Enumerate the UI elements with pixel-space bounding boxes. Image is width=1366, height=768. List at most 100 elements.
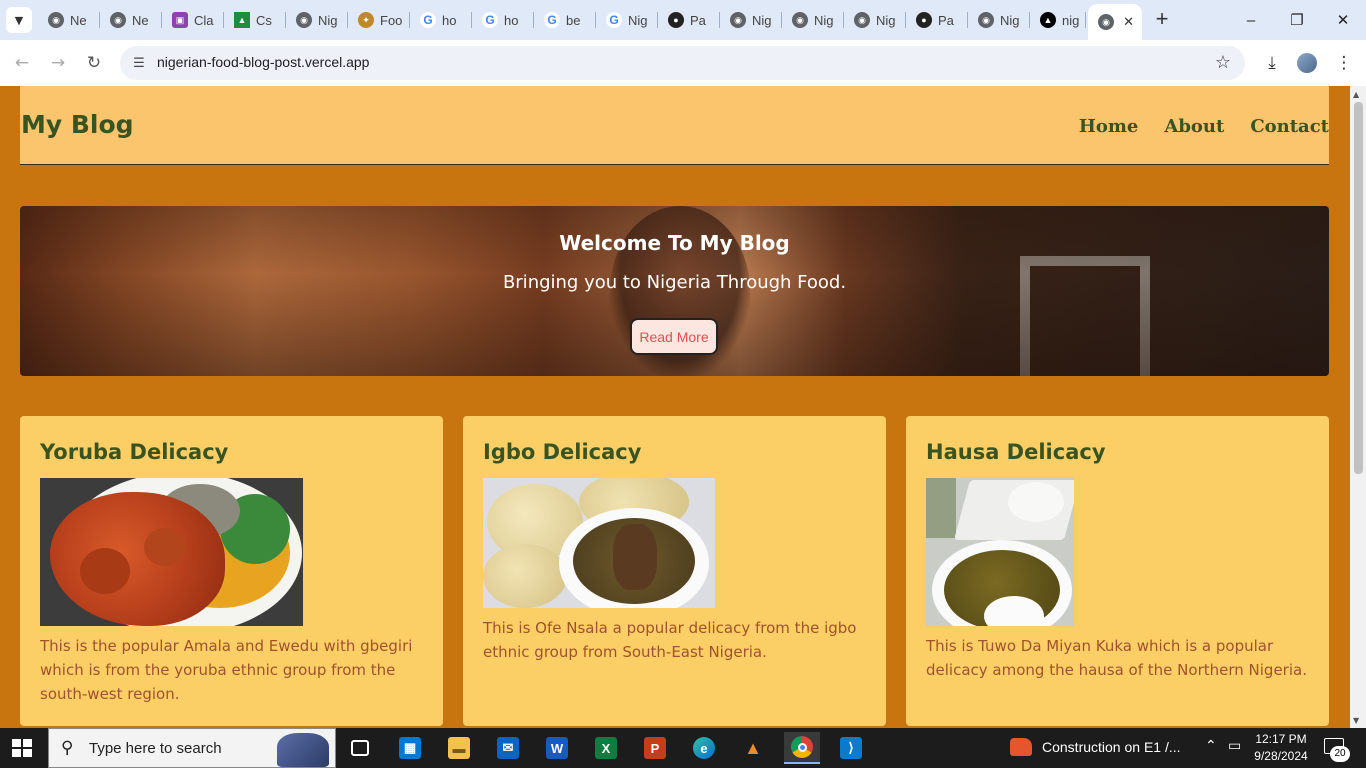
google-icon: G [606, 12, 622, 28]
microsoft-store-icon[interactable]: ▦ [392, 732, 428, 764]
close-window-button[interactable]: ✕ [1320, 4, 1366, 36]
globe-icon: ◉ [730, 12, 746, 28]
classroom-icon: ▣ [172, 12, 188, 28]
file-explorer-icon[interactable]: ▬ [441, 732, 477, 764]
vlc-icon[interactable]: ▲ [735, 732, 771, 764]
browser-tab[interactable]: ◉ Nig [846, 8, 906, 32]
task-view-icon[interactable] [342, 732, 378, 764]
mail-icon[interactable]: ✉ [490, 732, 526, 764]
bookmark-star-icon[interactable]: ☆ [1215, 52, 1231, 73]
nav-home-link[interactable]: Home [1079, 116, 1139, 137]
nav-contact-link[interactable]: Contact [1250, 116, 1329, 137]
google-icon: G [544, 12, 560, 28]
browser-tab[interactable]: Gho [412, 8, 472, 32]
search-placeholder: Type here to search [89, 740, 222, 757]
site-header: My Blog Home About Contact [20, 86, 1329, 165]
read-more-button[interactable]: Read More [630, 318, 718, 355]
tab-search-button[interactable]: ▼ [6, 7, 32, 33]
ofe-nsala-image [483, 478, 715, 608]
site-logo[interactable]: My Blog [21, 110, 134, 139]
browser-tab[interactable]: ● Pa [908, 8, 968, 32]
scroll-down-arrow-icon[interactable]: ▼ [1353, 716, 1359, 725]
browser-tab[interactable]: ◉ Nig [722, 8, 782, 32]
url-text[interactable]: nigerian-food-blog-post.vercel.app [157, 54, 369, 70]
browser-tab[interactable]: ◉ Nig [784, 8, 844, 32]
taskbar-search-box[interactable]: ⚲ Type here to search [48, 728, 336, 768]
tray-news-widget[interactable]: Construction on E1 /... [1010, 738, 1181, 756]
hero-banner: Welcome To My Blog Bringing you to Niger… [20, 206, 1329, 376]
powerpoint-icon[interactable]: P [637, 732, 673, 764]
globe-icon: ◉ [978, 12, 994, 28]
browser-tab[interactable]: ◉ Ne [40, 8, 100, 32]
drive-icon: ▲ [234, 12, 250, 28]
back-button[interactable]: ← [10, 51, 34, 75]
browser-tab[interactable]: ◉ Ne [102, 8, 162, 32]
download-icon[interactable]: ⤓ [1260, 51, 1284, 75]
close-tab-icon[interactable]: ✕ [1123, 14, 1134, 30]
browser-tab[interactable]: ▣ Cla [164, 8, 224, 32]
card-title: Igbo Delicacy [483, 440, 642, 464]
excel-icon[interactable]: X [588, 732, 624, 764]
address-bar[interactable]: ☰ nigerian-food-blog-post.vercel.app ☆ [120, 46, 1245, 80]
tab-strip: ▼ ◉ Ne ◉ Ne ▣ Cla ▲ Cs ◉ Nig ✦ Foo Gho Gho Gbe… [0, 0, 1366, 40]
tray-news-text: Construction on E1 /... [1042, 739, 1181, 755]
vercel-icon: ▲ [1040, 12, 1056, 28]
browser-toolbar: ← → ↻ ☰ nigerian-food-blog-post.vercel.a… [0, 40, 1366, 86]
browser-tab[interactable]: ◉ Nig [970, 8, 1030, 32]
browser-tab[interactable]: Gho [474, 8, 534, 32]
card-description: This is Tuwo Da Miyan Kuka which is a po… [926, 637, 1307, 679]
page-scrollbar[interactable]: ▲ ▼ [1350, 86, 1366, 728]
globe-icon: ◉ [296, 12, 312, 28]
site-info-icon[interactable]: ☰ [130, 54, 148, 72]
edge-icon[interactable]: e [686, 732, 722, 764]
scroll-up-arrow-icon[interactable]: ▲ [1353, 90, 1359, 99]
chef-icon: ✦ [358, 12, 374, 28]
profile-avatar[interactable] [1295, 51, 1319, 75]
browser-tab[interactable]: ● Pa [660, 8, 720, 32]
new-tab-button[interactable]: + [1150, 8, 1174, 32]
reload-button[interactable]: ↻ [82, 51, 106, 75]
clock-time: 12:17 PM [1255, 732, 1307, 746]
nav-about-link[interactable]: About [1164, 116, 1224, 137]
hero-subtitle: Bringing you to Nigeria Through Food. [502, 272, 847, 293]
github-icon: ● [668, 12, 684, 28]
browser-tab[interactable]: ✦ Foo [350, 8, 410, 32]
notification-count-badge: 20 [1330, 746, 1350, 762]
card-description: This is Ofe Nsala a popular delicacy fro… [483, 619, 857, 661]
amala-ewedu-image [40, 478, 303, 626]
minimize-button[interactable]: – [1228, 4, 1274, 36]
restore-button[interactable]: ❐ [1274, 4, 1320, 36]
browser-tab[interactable]: ▲ nig [1032, 8, 1086, 32]
tuwo-miyan-kuka-image [926, 478, 1074, 626]
chrome-icon[interactable] [784, 732, 820, 764]
card-igbo: Igbo Delicacy This is Ofe Nsala a popula… [463, 416, 886, 726]
word-icon[interactable]: W [539, 732, 575, 764]
page-viewport: My Blog Home About Contact Welcome To My… [0, 86, 1350, 728]
browser-tab[interactable]: ◉ Nig [288, 8, 348, 32]
show-hidden-icons-chevron-icon[interactable]: ⌃ [1205, 738, 1217, 754]
globe-icon: ◉ [48, 12, 64, 28]
card-yoruba: Yoruba Delicacy This is the popular Amal… [20, 416, 443, 726]
chevron-down-icon: ▼ [14, 13, 24, 27]
globe-icon: ◉ [1098, 14, 1114, 30]
windows-taskbar: ⚲ Type here to search ▦ ▬ ✉ W X P e ▲ ⟩ … [0, 728, 1366, 768]
browser-tab[interactable]: Gbe [536, 8, 596, 32]
scroll-thumb[interactable] [1354, 102, 1363, 474]
taskbar-clock[interactable]: 12:17 PM 9/28/2024 [1248, 731, 1314, 765]
card-description: This is the popular Amala and Ewedu with… [40, 637, 413, 703]
card-hausa: Hausa Delicacy This is Tuwo Da Miyan Kuk… [906, 416, 1329, 726]
network-icon[interactable]: ▭ [1228, 738, 1241, 754]
active-browser-tab[interactable]: ◉ ✕ [1088, 4, 1142, 40]
car-alert-icon [1010, 738, 1032, 756]
windows-start-icon[interactable] [12, 739, 32, 757]
browser-tab[interactable]: G Nig [598, 8, 658, 32]
globe-icon: ◉ [792, 12, 808, 28]
search-highlight-image [277, 733, 329, 767]
browser-tab[interactable]: ▲ Cs [226, 8, 286, 32]
forward-button[interactable]: → [46, 51, 70, 75]
menu-kebab-icon[interactable]: ⋮ [1332, 51, 1356, 75]
vscode-icon[interactable]: ⟩ [833, 732, 869, 764]
card-title: Hausa Delicacy [926, 440, 1106, 464]
clock-date: 9/28/2024 [1254, 749, 1308, 763]
google-icon: G [420, 12, 436, 28]
